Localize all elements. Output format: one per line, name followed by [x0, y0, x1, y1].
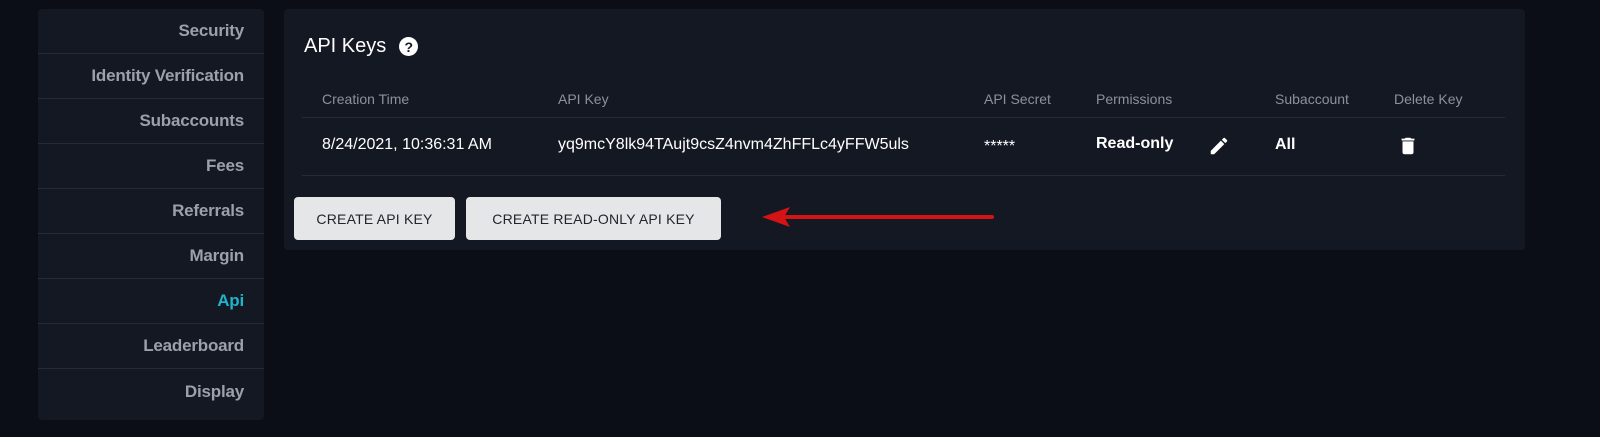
sidebar-item-referrals[interactable]: Referrals [38, 189, 264, 234]
create-api-key-button[interactable]: CREATE API KEY [294, 197, 455, 240]
sidebar-item-label: Subaccounts [139, 111, 244, 130]
column-header-delete-key: Delete Key [1394, 91, 1463, 107]
page-title: API Keys [304, 35, 387, 57]
column-header-subaccount: Subaccount [1275, 91, 1349, 107]
sidebar-item-margin[interactable]: Margin [38, 234, 264, 279]
api-keys-table: Creation Time API Key API Secret Permiss… [302, 78, 1505, 176]
create-readonly-api-key-button[interactable]: CREATE READ-ONLY API KEY [466, 197, 721, 240]
sidebar-item-label: Display [184, 381, 244, 401]
table-header: Creation Time API Key API Secret Permiss… [302, 78, 1505, 118]
pencil-icon[interactable] [1208, 135, 1230, 162]
arrow-annotation [762, 207, 994, 227]
sidebar-item-api[interactable]: Api [38, 279, 264, 324]
api-key-cell: yq9mcY8lk94TAujt9csZ4nvm4ZhFFLc4yFFW5uls [558, 136, 909, 153]
table-row: 8/24/2021, 10:36:31 AM yq9mcY8lk94TAujt9… [302, 118, 1505, 176]
sidebar-item-identity-verification[interactable]: Identity Verification [38, 54, 264, 99]
column-header-creation-time: Creation Time [322, 91, 410, 107]
settings-sidebar: Security Identity Verification Subaccoun… [38, 9, 264, 420]
trash-icon[interactable] [1397, 135, 1419, 162]
sidebar-item-label: Fees [206, 156, 244, 175]
sidebar-item-label: Security [178, 21, 245, 40]
sidebar-item-leaderboard[interactable]: Leaderboard [38, 324, 264, 369]
sidebar-item-label: Referrals [172, 201, 244, 220]
help-icon[interactable]: ? [399, 37, 419, 56]
creation-time-cell: 8/24/2021, 10:36:31 AM [322, 136, 492, 153]
column-header-permissions: Permissions [1096, 91, 1173, 107]
sidebar-item-label: Leaderboard [143, 336, 244, 355]
api-secret-cell: ***** [984, 138, 1016, 155]
sidebar-item-fees[interactable]: Fees [38, 144, 264, 189]
sidebar-item-security[interactable]: Security [38, 9, 264, 54]
subaccount-cell: All [1275, 136, 1296, 153]
sidebar-item-label: Identity Verification [91, 66, 244, 85]
column-header-api-secret: API Secret [984, 91, 1051, 107]
sidebar-item-subaccounts[interactable]: Subaccounts [38, 99, 264, 144]
permissions-cell: Read-only [1096, 135, 1174, 152]
panel-header: API Keys ? [304, 35, 419, 58]
sidebar-item-label: Margin [189, 246, 244, 265]
column-header-api-key: API Key [558, 91, 609, 107]
sidebar-item-display[interactable]: Display [38, 369, 264, 414]
sidebar-item-label: Api [217, 291, 244, 310]
